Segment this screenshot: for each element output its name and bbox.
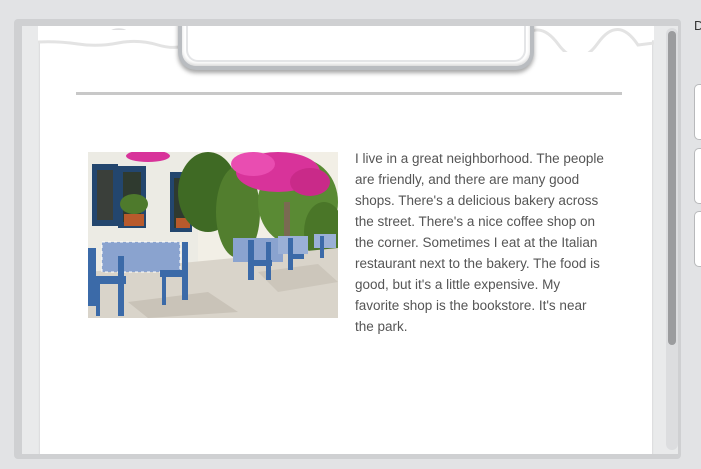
side-tab-2[interactable] (694, 148, 701, 204)
content-viewport: I live in a great neighborhood. The peop… (22, 26, 678, 454)
neighborhood-story: I live in a great neighborhood. The peop… (355, 151, 604, 334)
scrollbar-thumb[interactable] (668, 31, 676, 345)
paper-sheet: I live in a great neighborhood. The peop… (40, 30, 652, 454)
clipboard-clip (178, 26, 534, 70)
side-tab-1[interactable] (694, 84, 701, 140)
side-tab-3[interactable] (694, 211, 701, 267)
clip-inner-rim (186, 26, 526, 62)
cafe-photo (88, 152, 338, 318)
edge-label: D (694, 18, 701, 33)
header-divider (76, 92, 622, 95)
